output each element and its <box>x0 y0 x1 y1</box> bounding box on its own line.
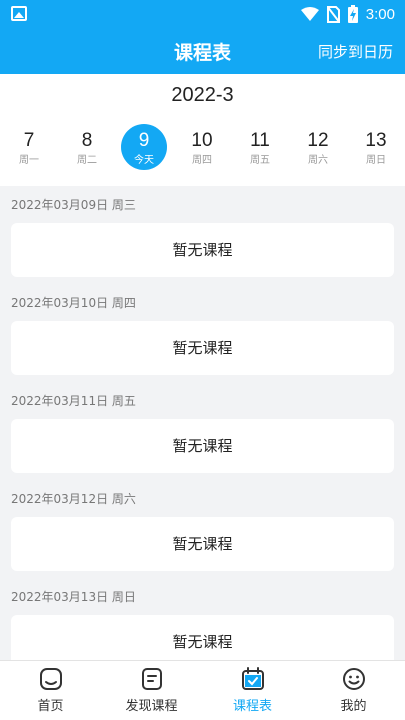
day-item-fri[interactable]: 11 周五 <box>235 124 285 178</box>
schedule-date: 2022年03月12日 周六 <box>11 492 136 506</box>
schedule-card[interactable]: 暂无课程 <box>11 419 394 473</box>
day-item-today[interactable]: 9 今天 <box>119 124 169 178</box>
day-number: 10 <box>191 130 213 151</box>
smiley-icon <box>303 667 404 693</box>
empty-course-text: 暂无课程 <box>172 339 233 357</box>
schedule-date: 2022年03月10日 周四 <box>11 296 136 310</box>
week-panel: 2022-3 7 周一 8 周二 9 今天 10 周四 11 周五 12 周六 … <box>0 74 405 186</box>
bottom-tab-bar: 首页 发现课程 课程表 我的 <box>0 660 405 720</box>
day-weekday: 周五 <box>250 155 270 166</box>
calendar-icon <box>202 667 303 693</box>
empty-course-text: 暂无课程 <box>172 241 233 259</box>
schedule-card[interactable]: 暂无课程 <box>11 223 394 277</box>
day-number: 12 <box>307 130 329 151</box>
app-bar: 课程表 同步到日历 <box>0 28 405 74</box>
schedule-card[interactable]: 暂无课程 <box>11 517 394 571</box>
tab-label: 课程表 <box>232 699 272 714</box>
schedule-date: 2022年03月11日 周五 <box>11 394 136 408</box>
status-bar: 3:00 <box>0 0 405 28</box>
discover-icon <box>101 667 202 693</box>
schedule-date: 2022年03月13日 周日 <box>11 590 136 604</box>
day-weekday: 周日 <box>366 155 386 166</box>
empty-course-text: 暂无课程 <box>172 535 233 553</box>
tab-label: 首页 <box>37 699 64 714</box>
day-number: 11 <box>250 130 270 151</box>
tab-discover-courses[interactable]: 发现课程 <box>101 667 202 714</box>
day-weekday: 周四 <box>192 155 212 166</box>
day-number: 8 <box>81 130 93 151</box>
home-icon <box>0 667 101 693</box>
image-notification-icon <box>11 6 27 21</box>
week-day-strip: 7 周一 8 周二 9 今天 10 周四 11 周五 12 周六 13 周日 <box>0 124 405 178</box>
day-number: 7 <box>23 130 35 151</box>
day-item-mon[interactable]: 7 周一 <box>4 124 54 178</box>
day-item-sat[interactable]: 12 周六 <box>293 124 343 178</box>
empty-course-text: 暂无课程 <box>172 633 233 651</box>
schedule-card[interactable]: 暂无课程 <box>11 321 394 375</box>
day-number: 9 <box>138 130 150 151</box>
no-sim-icon <box>326 5 340 23</box>
day-item-thu[interactable]: 10 周四 <box>177 124 227 178</box>
day-weekday: 周二 <box>77 155 97 166</box>
empty-course-text: 暂无课程 <box>172 437 233 455</box>
day-item-tue[interactable]: 8 周二 <box>62 124 112 178</box>
schedule-date: 2022年03月09日 周三 <box>11 198 136 212</box>
tab-label: 发现课程 <box>125 699 178 714</box>
status-time: 3:00 <box>365 5 395 23</box>
sync-to-calendar-button[interactable]: 同步到日历 <box>318 41 393 62</box>
day-number: 13 <box>365 130 387 151</box>
tab-mine[interactable]: 我的 <box>303 667 404 714</box>
month-label: 2022-3 <box>171 84 234 106</box>
day-weekday: 周一 <box>19 155 39 166</box>
wifi-icon <box>300 7 319 21</box>
schedule-list[interactable]: 2022年03月09日 周三 暂无课程 2022年03月10日 周四 暂无课程 … <box>0 186 405 660</box>
tab-home[interactable]: 首页 <box>0 667 101 714</box>
day-weekday: 周六 <box>308 155 328 166</box>
battery-charging-icon <box>347 5 358 23</box>
day-weekday: 今天 <box>134 155 154 166</box>
status-icons: 3:00 <box>300 4 395 24</box>
tab-schedule[interactable]: 课程表 <box>202 667 303 714</box>
day-item-sun[interactable]: 13 周日 <box>351 124 401 178</box>
tab-label: 我的 <box>340 699 367 714</box>
schedule-card[interactable]: 暂无课程 <box>11 615 394 660</box>
